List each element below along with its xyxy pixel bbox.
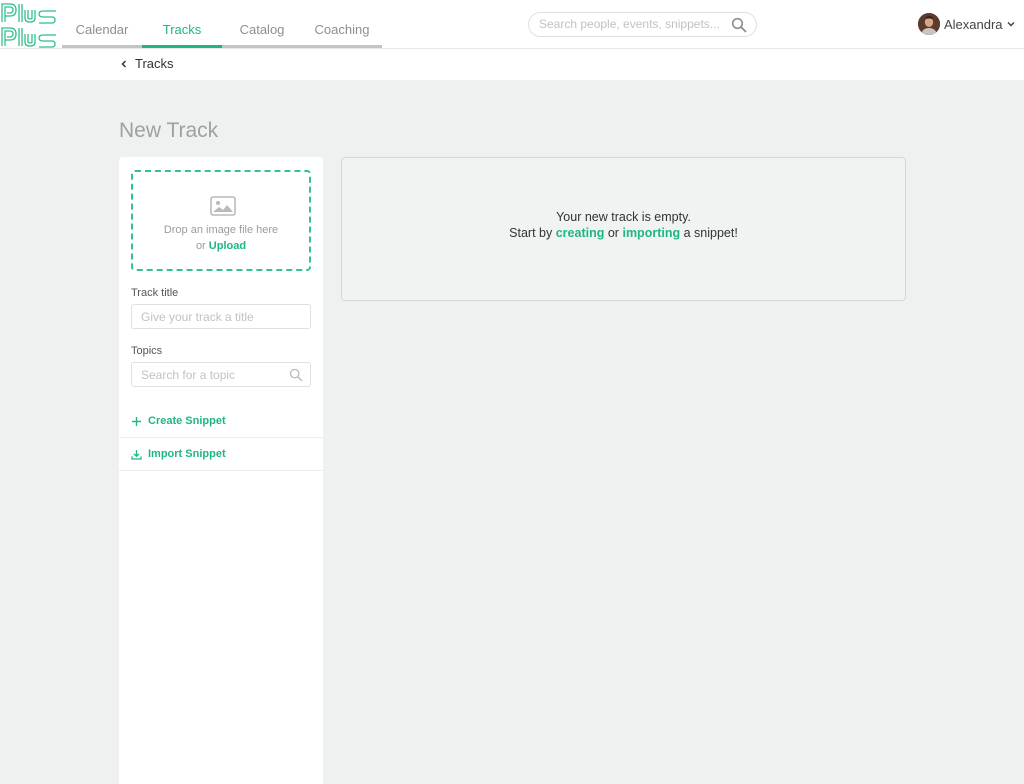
track-title-field	[131, 304, 311, 329]
topics-search-input[interactable]	[141, 368, 286, 382]
dropzone-upload-line: or Upload	[133, 238, 309, 254]
image-icon	[210, 196, 236, 216]
plus-icon	[132, 416, 141, 426]
search-icon[interactable]	[731, 17, 747, 33]
upload-link[interactable]: Upload	[209, 240, 246, 252]
breadcrumb-label: Tracks	[135, 56, 174, 71]
global-search	[528, 12, 757, 37]
empty-state-text: Start by	[509, 226, 553, 240]
import-snippet-label: Import Snippet	[148, 448, 226, 460]
dropzone-text: Drop an image file here or Upload	[133, 222, 309, 254]
empty-state-text: a snippet!	[683, 226, 738, 240]
global-search-input[interactable]	[539, 17, 724, 31]
page-title: New Track	[119, 119, 219, 142]
importing-link[interactable]: importing	[622, 226, 680, 240]
logo-mark	[1, 3, 56, 48]
image-dropzone[interactable]: Drop an image file here or Upload	[131, 170, 311, 271]
breadcrumb[interactable]: Tracks	[119, 56, 174, 71]
empty-track-panel: Your new track is empty. Start by creati…	[341, 157, 906, 301]
track-title-input[interactable]	[141, 310, 286, 324]
track-sidebar: Drop an image file here or Upload Track …	[119, 157, 323, 784]
chevron-down-icon	[1007, 21, 1015, 27]
empty-state-text: or	[607, 226, 619, 240]
user-avatar-image	[918, 13, 940, 35]
create-snippet-button[interactable]: Create Snippet	[119, 405, 323, 438]
app-logo[interactable]	[0, 2, 58, 48]
main-nav: Calendar Tracks Catalog Coaching	[62, 0, 382, 48]
chevron-left-icon	[121, 59, 127, 68]
topics-field	[131, 362, 311, 387]
creating-link[interactable]: creating	[556, 226, 605, 240]
user-menu[interactable]: Alexandra	[918, 13, 1016, 35]
breadcrumb-bar: Tracks	[0, 49, 1024, 80]
dropzone-instruction: Drop an image file here	[163, 224, 279, 236]
import-snippet-button[interactable]: Import Snippet	[119, 438, 323, 471]
empty-state-title: Your new track is empty.	[556, 210, 691, 224]
empty-state-message: Start by creating or importing a snippet…	[342, 226, 905, 240]
nav-tab-catalog[interactable]: Catalog	[222, 0, 302, 45]
nav-tab-calendar[interactable]: Calendar	[62, 0, 142, 45]
nav-tab-label: Coaching	[314, 22, 370, 37]
topics-label: Topics	[131, 345, 163, 357]
nav-tab-tracks[interactable]: Tracks	[142, 0, 222, 48]
download-icon	[131, 449, 142, 460]
user-name: Alexandra	[944, 16, 1003, 32]
avatar	[918, 13, 940, 35]
dropzone-or: or	[195, 240, 206, 252]
search-icon	[289, 368, 303, 382]
top-bar: Calendar Tracks Catalog Coaching Alexand…	[0, 0, 1024, 49]
nav-tab-coaching[interactable]: Coaching	[302, 0, 382, 45]
create-snippet-label: Create Snippet	[148, 415, 226, 427]
track-title-label: Track title	[131, 287, 179, 299]
nav-tab-label: Catalog	[239, 22, 285, 37]
nav-tab-label: Tracks	[162, 22, 202, 37]
nav-tab-label: Calendar	[75, 22, 129, 37]
